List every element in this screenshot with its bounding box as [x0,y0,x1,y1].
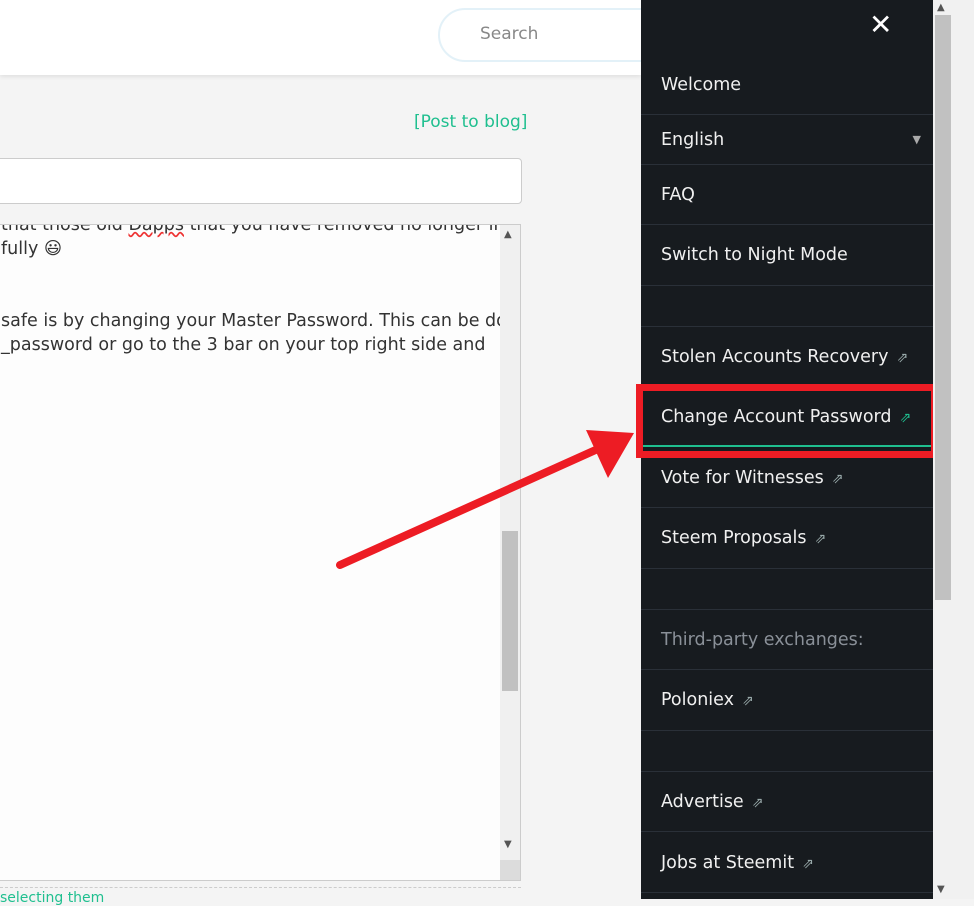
scroll-down-icon[interactable]: ▼ [937,884,945,895]
red-arrow-annotation [336,430,634,569]
page-scrollbar[interactable]: ▲ ▼ [933,0,974,899]
page-scroll-thumb[interactable] [935,15,951,600]
scroll-up-icon[interactable]: ▲ [937,2,945,13]
